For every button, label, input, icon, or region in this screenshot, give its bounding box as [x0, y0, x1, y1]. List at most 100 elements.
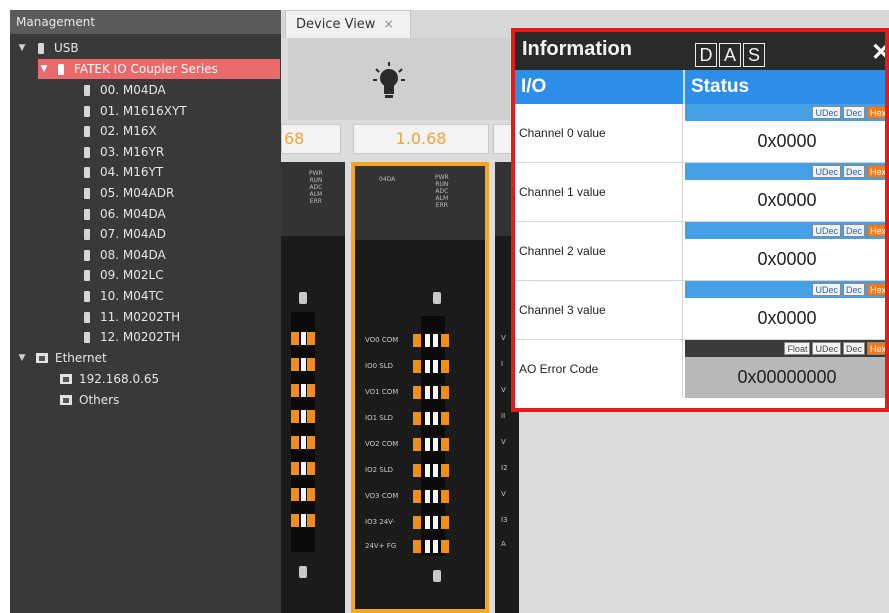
- module-icon: [84, 208, 90, 220]
- terminal-pin: [413, 386, 421, 399]
- terminal-label: I3: [501, 516, 508, 524]
- chevron-down-icon[interactable]: ▼: [16, 353, 28, 363]
- terminal-pin: [425, 438, 430, 451]
- format-udec-button[interactable]: UDec: [812, 106, 841, 119]
- tree-item-device[interactable]: 00. M04DA: [84, 80, 166, 100]
- format-dec-button[interactable]: Dec: [842, 283, 865, 296]
- tree-item-device[interactable]: 11. M0202TH: [84, 307, 180, 327]
- chevron-down-icon[interactable]: ▼: [38, 64, 50, 74]
- tree-item-device[interactable]: 07. M04AD: [84, 224, 166, 244]
- tab-device-view[interactable]: Device View ×: [285, 10, 411, 38]
- management-title: Management: [10, 10, 281, 34]
- module-clip: [433, 292, 441, 304]
- led-label: ADC: [309, 184, 323, 191]
- format-hex-button[interactable]: Hex: [866, 224, 885, 237]
- format-bar: Float UDec Dec Hex: [685, 340, 885, 357]
- module-version: 68: [281, 124, 341, 154]
- information-title: Information: [522, 38, 632, 60]
- format-dec-button[interactable]: Dec: [842, 106, 865, 119]
- terminal-pin: [433, 360, 438, 373]
- tree-node-ethernet[interactable]: ▼ Ethernet: [16, 348, 107, 368]
- device-label: 10. M04TC: [100, 289, 164, 303]
- led-label: ALM: [309, 191, 323, 198]
- tree-item-device[interactable]: 09. M02LC: [84, 265, 164, 285]
- device-label: 03. M16YR: [100, 145, 165, 159]
- terminal-pin: [291, 332, 299, 345]
- display-mode-d-button[interactable]: D: [695, 43, 717, 67]
- terminal-pin: [433, 334, 438, 347]
- chevron-down-icon[interactable]: ▼: [16, 43, 28, 53]
- display-mode-s-button[interactable]: S: [743, 43, 765, 67]
- series-label: FATEK IO Coupler Series: [74, 62, 218, 76]
- terminal-pin: [441, 438, 449, 451]
- display-mode-a-button[interactable]: A: [719, 43, 741, 67]
- format-hex-button[interactable]: Hex: [866, 342, 885, 355]
- tree-item-device[interactable]: 10. M04TC: [84, 286, 164, 306]
- io-label: AO Error Code: [519, 340, 683, 398]
- io-column-header: I/O: [521, 76, 547, 97]
- terminal-pin: [441, 540, 449, 553]
- format-hex-button[interactable]: Hex: [866, 165, 885, 178]
- tree-item-device[interactable]: 05. M04ADR: [84, 183, 174, 203]
- close-icon[interactable]: ×: [384, 17, 394, 31]
- led-label: ALM: [435, 195, 449, 202]
- format-hex-button[interactable]: Hex: [866, 106, 885, 119]
- information-table-header: I/O Status: [515, 70, 885, 104]
- terminal-pin: [307, 488, 315, 501]
- tree-item-device[interactable]: 01. M1616XYT: [84, 101, 187, 121]
- module-version-edge: [493, 124, 513, 154]
- terminal-pin: [301, 514, 306, 527]
- channel-value: 0x0000: [685, 180, 885, 221]
- tree-item-device[interactable]: 12. M0202TH: [84, 327, 180, 347]
- tree-item-device[interactable]: 02. M16X: [84, 121, 157, 141]
- format-dec-button[interactable]: Dec: [842, 165, 865, 178]
- terminal-pin: [301, 384, 306, 397]
- tree-node-fatek-io-coupler-series[interactable]: ▼ FATEK IO Coupler Series: [38, 59, 280, 79]
- terminal-pin: [301, 488, 306, 501]
- terminal-label: V: [501, 490, 506, 498]
- format-udec-button[interactable]: UDec: [812, 165, 841, 178]
- format-udec-button[interactable]: UDec: [812, 224, 841, 237]
- io-module-04da-selected[interactable]: 04DA PWR RUN ADC ALM ERR VO0 COM IO0 SLD…: [351, 162, 489, 613]
- io-module-left[interactable]: PWR RUN ADC ALM ERR: [281, 162, 345, 613]
- terminal-pin: [441, 412, 449, 425]
- header-divider: [683, 70, 685, 104]
- tree-item-ethernet[interactable]: 192.168.0.65: [60, 369, 159, 389]
- format-udec-button[interactable]: UDec: [812, 283, 841, 296]
- network-icon: [60, 374, 72, 384]
- io-label: Channel 3 value: [519, 281, 683, 339]
- tree-item-ethernet[interactable]: Others: [60, 390, 119, 410]
- terminal-pin: [307, 384, 315, 397]
- status-column-header: Status: [691, 76, 750, 97]
- format-dec-button[interactable]: Dec: [842, 224, 865, 237]
- module-icon: [84, 290, 90, 302]
- terminal-pin: [425, 516, 430, 529]
- format-dec-button[interactable]: Dec: [842, 342, 865, 355]
- format-buttons: UDec Dec Hex: [810, 106, 885, 119]
- terminal-pin: [291, 488, 299, 501]
- module-icon: [84, 125, 90, 137]
- channel-value: 0x0000: [685, 121, 885, 162]
- module-icon: [84, 166, 90, 178]
- module-clip: [299, 566, 307, 578]
- tree-item-device[interactable]: 08. M04DA: [84, 245, 166, 265]
- tree-item-device[interactable]: 04. M16YT: [84, 162, 163, 182]
- format-float-button[interactable]: Float: [784, 342, 811, 355]
- terminal-pin: [291, 462, 299, 475]
- close-icon[interactable]: ✕: [871, 38, 885, 67]
- tree-node-usb[interactable]: ▼ USB: [16, 38, 79, 58]
- module-icon: [84, 311, 90, 323]
- usb-icon: [38, 42, 44, 54]
- terminal-label: I2: [501, 464, 508, 472]
- module-version: 1.0.68: [353, 124, 489, 154]
- network-icon: [60, 395, 72, 405]
- terminal-pin: [413, 334, 421, 347]
- format-hex-button[interactable]: Hex: [866, 283, 885, 296]
- format-udec-button[interactable]: UDec: [812, 342, 841, 355]
- format-buttons: UDec Dec Hex: [810, 224, 885, 237]
- format-bar: UDec Dec Hex: [685, 222, 885, 239]
- tree-item-device[interactable]: 06. M04DA: [84, 204, 166, 224]
- io-row-channel-2: Channel 2 value UDec Dec Hex 0x0000: [515, 222, 885, 281]
- terminal-label: IO0 SLD: [365, 362, 393, 370]
- tree-item-device[interactable]: 03. M16YR: [84, 142, 164, 162]
